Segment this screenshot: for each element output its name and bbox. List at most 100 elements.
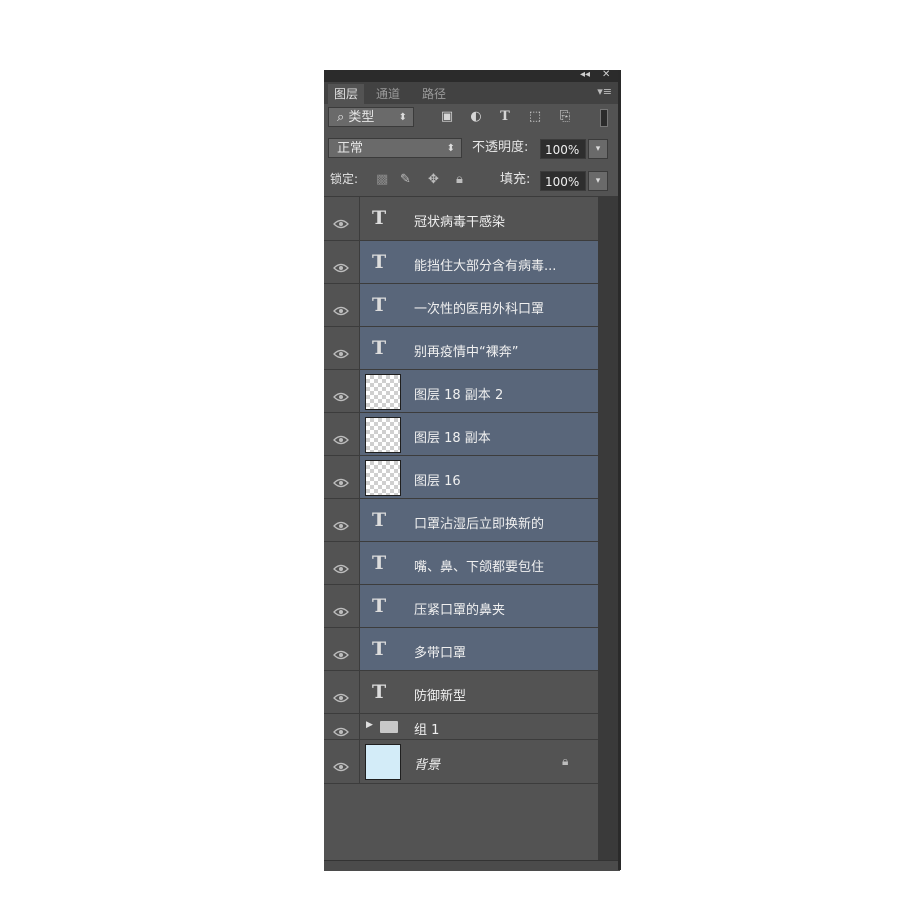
text-layer-icon: T: [372, 552, 387, 574]
lock-icon: 🔒︎: [562, 754, 569, 768]
layer-row[interactable]: 图层 16: [324, 456, 598, 499]
eye-icon: [333, 722, 349, 737]
smart-object-filter-icon[interactable]: ⎘: [556, 109, 574, 125]
visibility-toggle[interactable]: [324, 740, 360, 783]
eye-icon: [333, 516, 349, 531]
layer-name[interactable]: 图层 18 副本 2: [414, 384, 503, 403]
eye-icon: [333, 473, 349, 488]
opacity-dropdown-button[interactable]: ▾: [588, 139, 608, 159]
folder-icon: [380, 721, 398, 733]
filter-kind-label: 类型: [348, 110, 375, 125]
eye-icon: [333, 645, 349, 660]
layer-name[interactable]: 冠状病毒干感染: [414, 211, 505, 230]
lock-brush-icon[interactable]: ✎: [400, 172, 411, 188]
layer-name[interactable]: 组 1: [414, 719, 439, 738]
updown-arrow-icon: ⬍: [446, 143, 455, 154]
layer-row[interactable]: T 防御新型: [324, 671, 598, 714]
blend-mode-value: 正常: [337, 141, 364, 156]
blend-row: 正常 ⬍ 不透明度: 100% ▾: [324, 134, 620, 164]
layers-list: T 冠状病毒干感染 T 能挡住大部分含有病毒... T 一次性的医用外科口罩 T 别再疫情中“…: [324, 196, 620, 861]
expand-arrow-icon[interactable]: ▶: [366, 720, 373, 730]
layer-row[interactable]: T 冠状病毒干感染: [324, 197, 598, 241]
eye-icon: [333, 258, 349, 273]
blend-mode-select[interactable]: 正常 ⬍: [328, 138, 462, 158]
layer-name[interactable]: 嘴、鼻、下颌都要包住: [414, 556, 544, 575]
layer-thumbnail: [365, 417, 401, 453]
layer-thumbnail: [365, 460, 401, 496]
panel-menu-icon[interactable]: ▾≡: [597, 85, 612, 98]
layer-row[interactable]: T 一次性的医用外科口罩: [324, 284, 598, 327]
layer-name[interactable]: 图层 18 副本: [414, 427, 491, 446]
lock-transparent-icon[interactable]: ▩: [376, 172, 388, 188]
layer-name[interactable]: 背景: [414, 754, 440, 773]
layer-row[interactable]: T 压紧口罩的鼻夹: [324, 585, 598, 628]
visibility-toggle[interactable]: [324, 327, 360, 369]
layer-name[interactable]: 一次性的医用外科口罩: [414, 298, 544, 317]
text-layer-icon: T: [372, 337, 387, 359]
adjustment-filter-icon[interactable]: ◐: [467, 109, 485, 125]
updown-arrow-icon: ⬍: [398, 112, 407, 123]
eye-icon: [333, 214, 349, 229]
fill-label: 填充:: [500, 172, 531, 187]
visibility-toggle[interactable]: [324, 241, 360, 283]
layer-row[interactable]: 背景 🔒︎: [324, 740, 598, 784]
tab-layers[interactable]: 图层: [328, 84, 365, 104]
layer-row[interactable]: ▶ 组 1: [324, 714, 598, 740]
layer-name[interactable]: 口罩沾湿后立即换新的: [414, 513, 544, 532]
visibility-toggle[interactable]: [324, 284, 360, 326]
layer-name[interactable]: 能挡住大部分含有病毒...: [414, 255, 556, 274]
filter-kind-select[interactable]: ⌕ 类型 ⬍: [328, 107, 414, 127]
layer-thumbnail: [365, 374, 401, 410]
visibility-toggle[interactable]: [324, 370, 360, 412]
layer-row[interactable]: 图层 18 副本 2: [324, 370, 598, 413]
visibility-toggle[interactable]: [324, 585, 360, 627]
layers-scrollbar[interactable]: [598, 196, 620, 860]
panel-footer-toolbar: [324, 860, 620, 871]
filter-toggle-switch[interactable]: [600, 109, 608, 127]
visibility-toggle[interactable]: [324, 499, 360, 541]
visibility-toggle[interactable]: [324, 671, 360, 713]
visibility-toggle[interactable]: [324, 197, 360, 240]
search-icon: ⌕: [337, 110, 345, 125]
layer-name[interactable]: 防御新型: [414, 685, 466, 704]
text-layer-icon: T: [372, 294, 387, 316]
text-layer-icon: T: [372, 207, 387, 229]
layer-name[interactable]: 别再疫情中“裸奔”: [414, 341, 518, 360]
text-layer-icon: T: [372, 251, 387, 273]
image-filter-icon[interactable]: ▣: [438, 109, 456, 125]
tab-paths[interactable]: 路径: [416, 84, 452, 104]
visibility-toggle[interactable]: [324, 628, 360, 670]
layer-name[interactable]: 多带口罩: [414, 642, 466, 661]
opacity-label: 不透明度:: [472, 140, 529, 155]
eye-icon: [333, 387, 349, 402]
visibility-toggle[interactable]: [324, 456, 360, 498]
opacity-input[interactable]: 100%: [540, 139, 586, 159]
layer-row[interactable]: 图层 18 副本: [324, 413, 598, 456]
panel-title-bar: ◂◂ ✕: [324, 69, 620, 82]
collapse-panel-icon[interactable]: ◂◂: [580, 69, 590, 81]
visibility-toggle[interactable]: [324, 542, 360, 584]
lock-move-icon[interactable]: ✥: [428, 172, 439, 188]
layer-row[interactable]: T 能挡住大部分含有病毒...: [324, 241, 598, 284]
lock-row: 锁定: ▩ ✎ ✥ 🔒︎ 填充: 100% ▾: [324, 166, 620, 196]
type-filter-icon[interactable]: T: [496, 109, 514, 125]
text-layer-icon: T: [372, 509, 387, 531]
eye-icon: [333, 688, 349, 703]
visibility-toggle[interactable]: [324, 413, 360, 455]
eye-icon: [333, 559, 349, 574]
layer-name[interactable]: 图层 16: [414, 470, 461, 489]
shape-filter-icon[interactable]: ⬚: [526, 109, 544, 125]
tab-channels[interactable]: 通道: [370, 84, 406, 104]
close-panel-icon[interactable]: ✕: [602, 69, 610, 81]
layer-row[interactable]: T 别再疫情中“裸奔”: [324, 327, 598, 370]
layers-panel: ◂◂ ✕ 图层 通道 路径 ▾≡ ⌕ 类型 ⬍ ▣ ◐ T ⬚ ⎘ 正常 ⬍ 不…: [324, 69, 620, 871]
eye-icon: [333, 301, 349, 316]
fill-input[interactable]: 100%: [540, 171, 586, 191]
fill-dropdown-button[interactable]: ▾: [588, 171, 608, 191]
visibility-toggle[interactable]: [324, 714, 360, 739]
layer-row[interactable]: T 口罩沾湿后立即换新的: [324, 499, 598, 542]
layer-row[interactable]: T 多带口罩: [324, 628, 598, 671]
layer-row[interactable]: T 嘴、鼻、下颌都要包住: [324, 542, 598, 585]
layer-name[interactable]: 压紧口罩的鼻夹: [414, 599, 505, 618]
lock-all-icon[interactable]: 🔒︎: [456, 172, 463, 188]
